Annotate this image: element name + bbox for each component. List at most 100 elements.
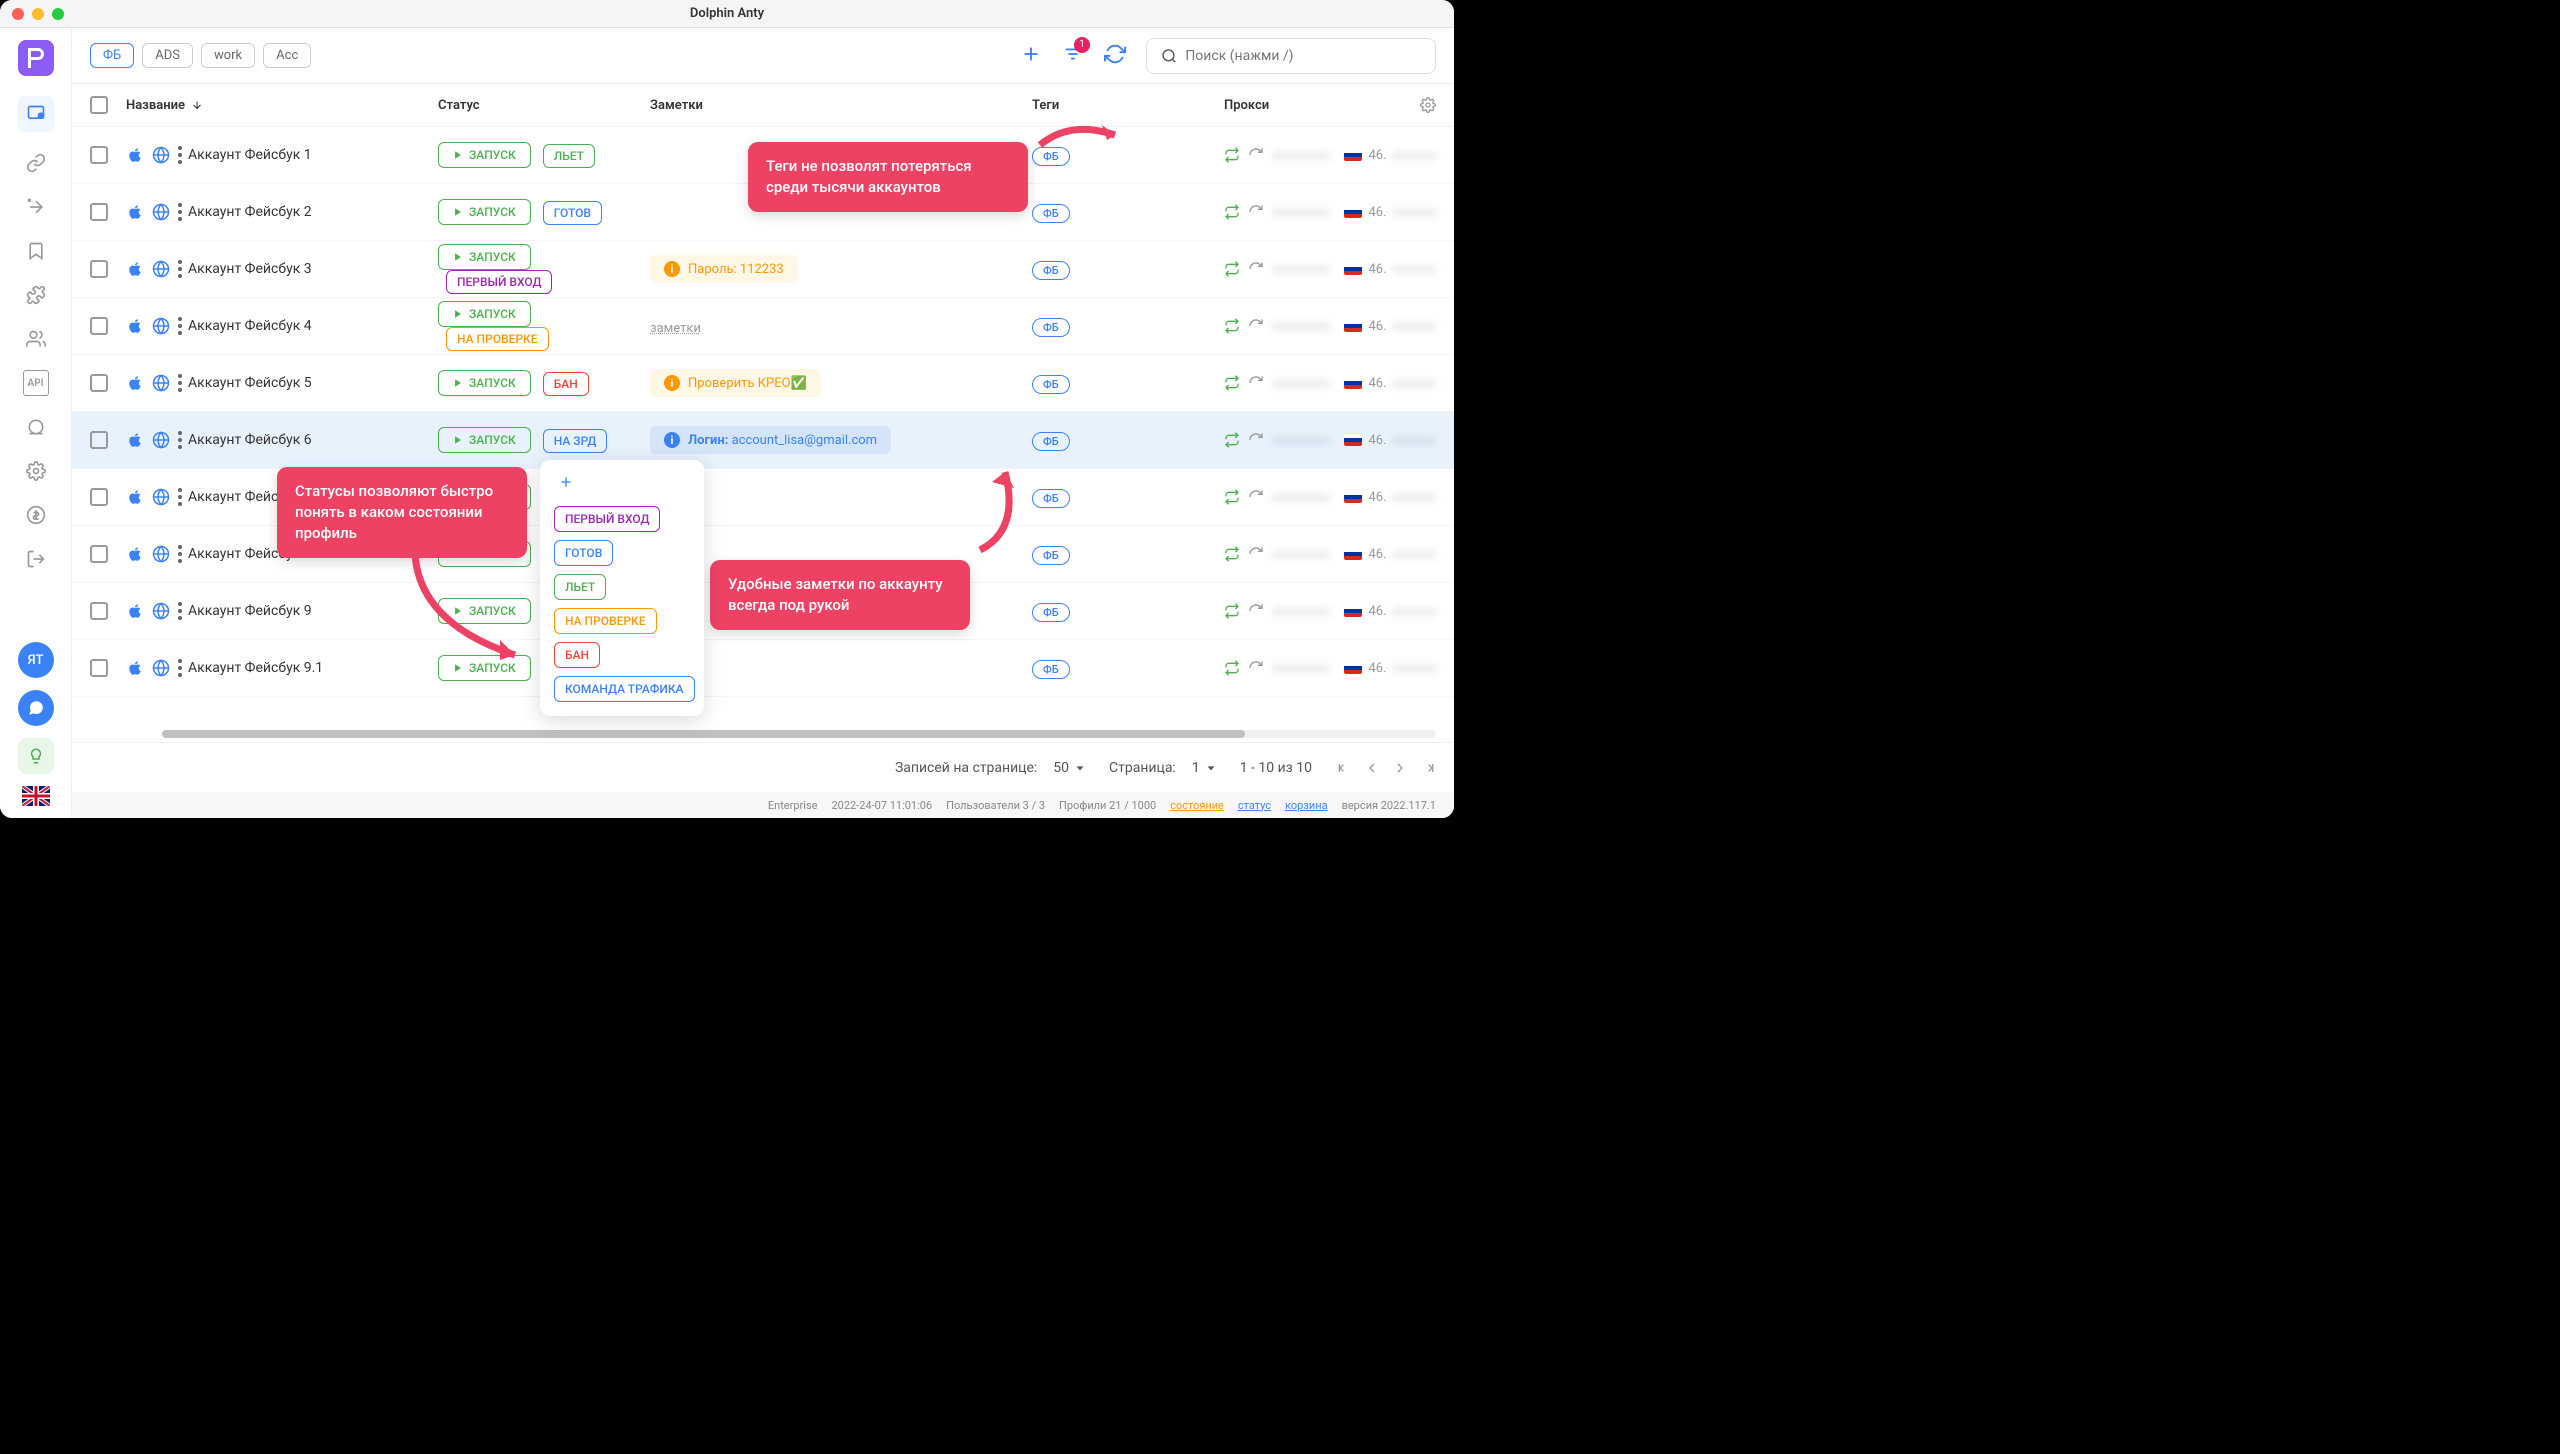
status-option[interactable]: ПЕРВЫЙ ВХОД — [554, 506, 660, 532]
refresh-proxy-icon[interactable] — [1248, 375, 1264, 391]
select-all-checkbox[interactable] — [90, 96, 108, 114]
per-page-select[interactable]: 50 — [1053, 760, 1085, 776]
sort-down-icon[interactable] — [191, 99, 203, 111]
column-tags[interactable]: Теги — [1032, 98, 1059, 113]
row-checkbox[interactable] — [90, 146, 108, 164]
next-page-icon[interactable] — [1392, 760, 1408, 776]
start-button[interactable]: ЗАПУСК — [438, 142, 531, 168]
last-page-icon[interactable] — [1420, 760, 1436, 776]
note-box[interactable]: i Логин: account_lisa@gmail.com — [650, 426, 891, 454]
row-checkbox[interactable] — [90, 431, 108, 449]
sidebar-browsers-icon[interactable] — [18, 96, 54, 132]
more-icon[interactable] — [178, 260, 182, 278]
status-option[interactable]: БАН — [554, 642, 600, 668]
more-icon[interactable] — [178, 488, 182, 506]
swap-icon[interactable] — [1224, 318, 1240, 334]
row-checkbox[interactable] — [90, 659, 108, 677]
swap-icon[interactable] — [1224, 603, 1240, 619]
row-checkbox[interactable] — [90, 317, 108, 335]
tips-button[interactable] — [18, 738, 54, 774]
more-icon[interactable] — [178, 203, 182, 221]
swap-icon[interactable] — [1224, 375, 1240, 391]
first-page-icon[interactable] — [1336, 760, 1352, 776]
more-icon[interactable] — [178, 146, 182, 164]
tag-chip[interactable]: ADS — [142, 43, 193, 68]
table-row[interactable]: Аккаунт Фейсбук 6 ЗАПУСК НА ЗРД i Логин:… — [72, 412, 1454, 469]
app-logo[interactable] — [18, 40, 54, 76]
refresh-proxy-icon[interactable] — [1248, 603, 1264, 619]
status-option[interactable]: ГОТОВ — [554, 540, 613, 566]
table-row[interactable]: Аккаунт Фейсбук 5 ЗАПУСК БАН i Проверить… — [72, 355, 1454, 412]
puzzle-icon[interactable] — [23, 282, 49, 308]
chat-button[interactable] — [18, 690, 54, 726]
search-box[interactable] — [1146, 38, 1436, 74]
row-checkbox[interactable] — [90, 545, 108, 563]
table-row[interactable]: Аккаунт Фейсбук 3 ЗАПУСК ПЕРВЫЙ ВХОД i П… — [72, 241, 1454, 298]
refresh-proxy-icon[interactable] — [1248, 546, 1264, 562]
status-option[interactable]: КОМАНДА ТРАФИКА — [554, 676, 695, 702]
refresh-proxy-icon[interactable] — [1248, 204, 1264, 220]
start-button[interactable]: ЗАПУСК — [438, 655, 531, 681]
api-icon[interactable]: API — [23, 370, 49, 396]
row-checkbox[interactable] — [90, 602, 108, 620]
logout-icon[interactable] — [23, 546, 49, 572]
refresh-proxy-icon[interactable] — [1248, 318, 1264, 334]
status-link-status[interactable]: статус — [1238, 799, 1271, 812]
column-name[interactable]: Название — [126, 98, 185, 113]
dollar-icon[interactable] — [23, 502, 49, 528]
page-select[interactable]: 1 — [1192, 760, 1216, 776]
row-checkbox[interactable] — [90, 260, 108, 278]
swap-icon[interactable] — [1224, 204, 1240, 220]
status-chip[interactable]: ПЕРВЫЙ ВХОД — [446, 270, 552, 294]
refresh-proxy-icon[interactable] — [1248, 489, 1264, 505]
settings-icon[interactable] — [23, 458, 49, 484]
more-icon[interactable] — [178, 659, 182, 677]
more-icon[interactable] — [178, 317, 182, 335]
row-checkbox[interactable] — [90, 203, 108, 221]
start-button[interactable]: ЗАПУСК — [438, 598, 531, 624]
swap-icon[interactable] — [1224, 147, 1240, 163]
tag-chip-small[interactable]: ФБ — [1032, 603, 1070, 622]
status-chip[interactable]: ЛЬЕТ — [543, 144, 595, 168]
swap-icon[interactable] — [1224, 489, 1240, 505]
horizontal-scrollbar[interactable] — [162, 730, 1436, 738]
minimize-window-button[interactable] — [32, 8, 44, 20]
status-link-trash[interactable]: корзина — [1285, 799, 1328, 812]
tag-chip-small[interactable]: ФБ — [1032, 546, 1070, 565]
note-box[interactable]: i Пароль: 112233 — [650, 255, 798, 283]
start-button[interactable]: ЗАПУСК — [438, 244, 531, 270]
table-row[interactable]: Аккаунт Фейсбук 9.1 ЗАПУСК ФБ ●●●●●●●● 4… — [72, 640, 1454, 697]
language-flag-icon[interactable] — [22, 786, 50, 806]
tag-chip-small[interactable]: ФБ — [1032, 432, 1070, 451]
bookmark-icon[interactable] — [23, 238, 49, 264]
status-chip[interactable]: НА ПРОВЕРКЕ — [446, 327, 549, 351]
table-row[interactable]: Аккаунт Фейсбук 4 ЗАПУСК НА ПРОВЕРКЕ зам… — [72, 298, 1454, 355]
column-status[interactable]: Статус — [438, 98, 480, 113]
column-notes[interactable]: Заметки — [650, 98, 703, 113]
status-option[interactable]: ЛЬЕТ — [554, 574, 606, 600]
tag-chip[interactable]: ФБ — [90, 43, 134, 68]
tag-chip-small[interactable]: ФБ — [1032, 261, 1070, 280]
refresh-proxy-icon[interactable] — [1248, 660, 1264, 676]
row-checkbox[interactable] — [90, 374, 108, 392]
start-button[interactable]: ЗАПУСК — [438, 301, 531, 327]
status-option[interactable]: НА ПРОВЕРКЕ — [554, 608, 657, 634]
link-icon[interactable] — [23, 150, 49, 176]
robot-icon[interactable] — [23, 414, 49, 440]
prev-page-icon[interactable] — [1364, 760, 1380, 776]
start-button[interactable]: ЗАПУСК — [438, 427, 531, 453]
tag-chip-small[interactable]: ФБ — [1032, 204, 1070, 223]
add-profile-button[interactable] — [1020, 43, 1042, 69]
tag-chip-small[interactable]: ФБ — [1032, 375, 1070, 394]
wand-icon[interactable] — [23, 194, 49, 220]
refresh-proxy-icon[interactable] — [1248, 147, 1264, 163]
swap-icon[interactable] — [1224, 261, 1240, 277]
tag-chip-small[interactable]: ФБ — [1032, 318, 1070, 337]
filter-button[interactable]: 1 — [1062, 43, 1084, 69]
users-icon[interactable] — [23, 326, 49, 352]
status-link-state[interactable]: состояние — [1170, 799, 1224, 812]
tag-chip-small[interactable]: ФБ — [1032, 489, 1070, 508]
status-chip[interactable]: ГОТОВ — [543, 201, 602, 225]
status-chip[interactable]: НА ЗРД — [543, 429, 608, 453]
note-box[interactable]: i Проверить КРЕО✅ — [650, 369, 821, 397]
